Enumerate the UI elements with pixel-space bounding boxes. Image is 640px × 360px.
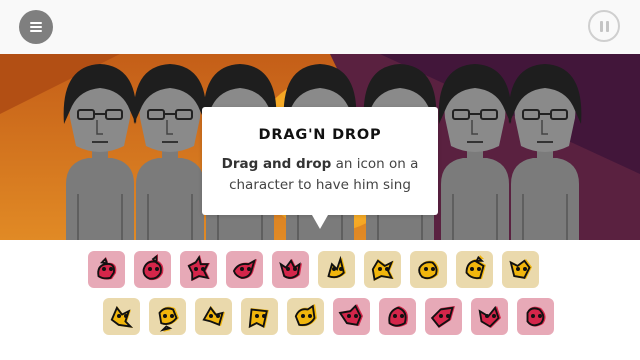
- beat-1-icon[interactable]: [88, 251, 125, 288]
- effect-5-icon[interactable]: [502, 251, 539, 288]
- melody-3-icon[interactable]: [195, 298, 232, 335]
- game-stage: DRAG'N DROP Drag and drop an icon on a c…: [0, 0, 640, 360]
- voice-4-icon[interactable]: [471, 298, 508, 335]
- pause-icon: [599, 20, 609, 32]
- voice-5-icon[interactable]: [517, 298, 554, 335]
- menu-button[interactable]: [19, 10, 53, 44]
- melody-5-icon[interactable]: [287, 298, 324, 335]
- beat-2-icon[interactable]: [134, 251, 171, 288]
- tooltip-title: DRAG'N DROP: [258, 127, 382, 143]
- menu-icon: [30, 22, 42, 32]
- melody-4-icon[interactable]: [241, 298, 278, 335]
- effect-2-icon[interactable]: [364, 251, 401, 288]
- effect-1-icon[interactable]: [318, 251, 355, 288]
- sound-icons-tray: [0, 240, 640, 360]
- voice-1-icon[interactable]: [333, 298, 370, 335]
- effect-3-icon[interactable]: [410, 251, 447, 288]
- top-bar: [0, 0, 640, 54]
- beat-3-icon[interactable]: [180, 251, 217, 288]
- tooltip-body-bold: Drag and drop: [221, 156, 332, 172]
- voice-2-icon[interactable]: [379, 298, 416, 335]
- tooltip-body: Drag and drop an icon on a character to …: [216, 154, 424, 196]
- voice-3-icon[interactable]: [425, 298, 462, 335]
- pause-button[interactable]: [588, 10, 620, 42]
- melody-2-icon[interactable]: [149, 298, 186, 335]
- effect-4-icon[interactable]: [456, 251, 493, 288]
- beat-5-icon[interactable]: [272, 251, 309, 288]
- beat-4-icon[interactable]: [226, 251, 263, 288]
- tooltip: DRAG'N DROP Drag and drop an icon on a c…: [202, 107, 438, 229]
- melody-1-icon[interactable]: [103, 298, 140, 335]
